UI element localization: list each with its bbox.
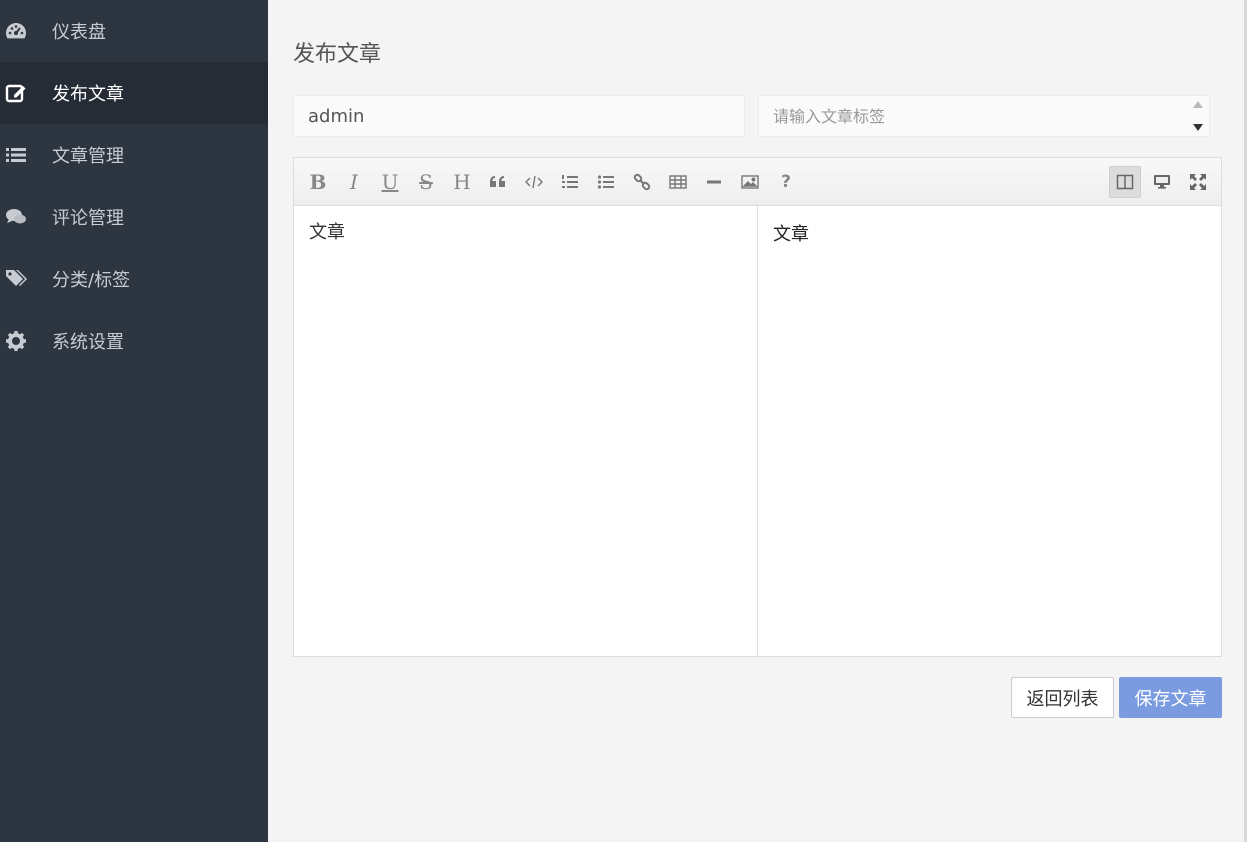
help-button[interactable]: ? (770, 166, 802, 198)
editor-toolbar: B I U S H ? (294, 158, 1221, 206)
quote-icon (490, 176, 505, 187)
link-button[interactable] (626, 166, 658, 198)
code-button[interactable] (518, 166, 550, 198)
dashboard-icon (0, 19, 52, 43)
side-by-side-button[interactable] (1109, 166, 1141, 198)
sidebar-item-label: 评论管理 (52, 208, 124, 229)
unordered-list-button[interactable] (590, 166, 622, 198)
list-icon (0, 143, 52, 167)
editor-preview: 文章 (773, 224, 809, 245)
sidebar-item-label: 文章管理 (52, 146, 124, 167)
table-icon (669, 175, 687, 189)
spinner-up-icon[interactable] (1193, 101, 1203, 108)
sidebar-item-label: 系统设置 (52, 332, 124, 353)
edit-icon (0, 81, 52, 105)
sidebar-item-label: 分类/标签 (52, 270, 131, 291)
sidebar-item-settings[interactable]: 系统设置 (0, 310, 268, 372)
sidebar: 仪表盘 发布文章 文章管理 评论管理 分类/标签 系统设置 (0, 0, 268, 842)
tags-input[interactable] (758, 95, 1210, 137)
editor-textarea[interactable]: 文章 (294, 206, 758, 656)
heading-button[interactable]: H (446, 166, 478, 198)
desktop-icon (1154, 175, 1170, 189)
horizontal-rule-icon (707, 180, 721, 184)
ordered-list-icon (562, 175, 578, 188)
horizontal-rule-button[interactable] (698, 166, 730, 198)
preview-button[interactable] (1146, 166, 1178, 198)
sidebar-item-comments[interactable]: 评论管理 (0, 186, 268, 248)
strikethrough-button[interactable]: S (410, 166, 442, 198)
tags-spinner[interactable] (1188, 97, 1208, 135)
sidebar-item-articles[interactable]: 文章管理 (0, 124, 268, 186)
link-icon (633, 173, 651, 191)
unordered-list-icon (597, 175, 614, 189)
columns-icon (1116, 174, 1134, 190)
image-icon (741, 175, 759, 189)
fullscreen-button[interactable] (1182, 166, 1214, 198)
fullscreen-icon (1190, 174, 1206, 190)
code-icon (525, 175, 543, 189)
author-input[interactable] (293, 95, 745, 137)
back-to-list-button[interactable]: 返回列表 (1011, 677, 1114, 718)
underline-button[interactable]: U (374, 166, 406, 198)
quote-button[interactable] (482, 166, 514, 198)
sidebar-item-label: 发布文章 (52, 84, 124, 105)
sidebar-item-label: 仪表盘 (52, 22, 106, 43)
tags-icon (0, 267, 52, 291)
sidebar-item-publish[interactable]: 发布文章 (0, 62, 268, 124)
page-title: 发布文章 (293, 42, 382, 67)
ordered-list-button[interactable] (554, 166, 586, 198)
sidebar-item-dashboard[interactable]: 仪表盘 (0, 0, 268, 62)
sidebar-item-taxonomy[interactable]: 分类/标签 (0, 248, 268, 310)
italic-button[interactable]: I (338, 166, 370, 198)
image-button[interactable] (734, 166, 766, 198)
comments-icon (0, 205, 52, 229)
spinner-down-icon[interactable] (1193, 124, 1203, 131)
markdown-editor: B I U S H ? 文章 文章 (293, 157, 1222, 657)
save-article-button[interactable]: 保存文章 (1119, 677, 1222, 718)
bold-button[interactable]: B (302, 166, 334, 198)
table-button[interactable] (662, 166, 694, 198)
gear-icon (0, 329, 52, 353)
